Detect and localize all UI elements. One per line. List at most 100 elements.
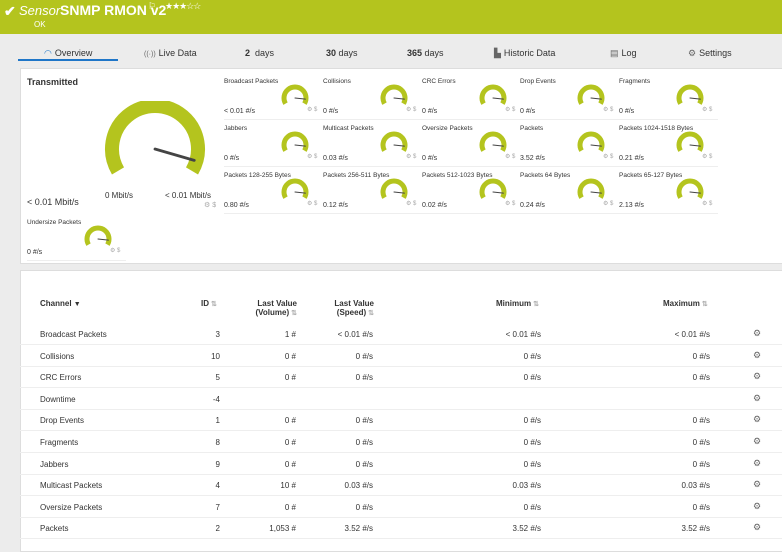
gauge-options-icon[interactable]: ⚙ $ [307,200,317,207]
table-row[interactable]: Oversize Packets 7 0 # 0 #/s 0 #/s 0 #/s ⚙ [20,496,782,518]
checkmark-icon: ✔ [4,3,16,19]
gauge-options-icon[interactable]: ⚙ $ [505,200,515,207]
header-last-value-volume[interactable]: Last Value (Volume) ⇅ [235,299,297,317]
header-maximum[interactable]: Maximum ⇅ [663,299,708,308]
tab-live-data[interactable]: ((·)) Live Data [144,48,197,58]
gauge-tile[interactable]: Packets 3.52 #/s ⚙ $ [520,119,619,167]
channel-settings-icon[interactable]: ⚙ [753,414,761,425]
tab-settings[interactable]: ⚙ Settings [688,48,732,59]
cell-channel: Jabbers [40,459,69,469]
priority-stars[interactable]: ★★★☆☆ [165,1,201,12]
header-last-value-speed[interactable]: Last Value (Speed) ⇅ [316,299,374,317]
gauge-options-icon[interactable]: ⚙ $ [505,106,515,113]
cell-id: 9 [215,459,220,469]
gauge-options-icon[interactable]: ⚙ $ [505,153,515,160]
gauge-options-icon[interactable]: ⚙ $ [406,153,416,160]
cell-channel: Downtime [40,394,76,404]
gauge-value: 0.03 #/s [323,155,348,162]
gauge-options-icon[interactable]: ⚙ $ [307,153,317,160]
cell-maximum: 0.03 #/s [681,481,710,491]
cell-last-speed: 0.03 #/s [344,481,373,491]
tab-historic-data[interactable]: ▙ Historic Data [494,48,555,59]
cell-minimum: 0 #/s [523,416,541,426]
gauge-value: 0 #/s [520,108,536,115]
gauge-tile[interactable]: Oversize Packets 0 #/s ⚙ $ [422,119,521,167]
channel-settings-icon[interactable]: ⚙ [753,522,761,533]
gauge-options-icon[interactable]: ⚙ $ [406,106,416,113]
status-text: OK [34,20,46,29]
table-row[interactable]: Multicast Packets 4 10 # 0.03 #/s 0.03 #/s 0.… [20,474,782,497]
table-row[interactable]: Collisions 10 0 # 0 #/s 0 #/s 0 #/s ⚙ [20,345,782,367]
gauge-value: 0.21 #/s [619,155,644,162]
cell-channel: Broadcast Packets [40,330,107,339]
gauge-options-icon[interactable]: ⚙ $ [307,106,317,113]
table-row[interactable]: Packets 2 1,053 # 3.52 #/s 3.52 #/s 3.52 #/s ⚙ [20,517,782,540]
tab-30-days[interactable]: 30 days [326,48,358,58]
header-channel[interactable]: Channel ▼ [40,299,81,308]
cell-last-speed: 0 #/s [355,373,373,383]
channel-settings-icon[interactable]: ⚙ [753,479,761,490]
table-row[interactable]: Downtime -4 ⚙ [20,388,782,410]
gauge-tile[interactable]: Packets 64 Bytes 0.24 #/s ⚙ $ [520,166,619,214]
gauge-options-icon[interactable]: ⚙ $ [603,106,613,113]
tab-2-days[interactable]: 2 days [245,48,274,58]
gauge-value: 2.13 #/s [619,202,644,209]
gauge-tile[interactable]: Packets 65-127 Bytes 2.13 #/s ⚙ $ [619,166,718,214]
channel-settings-icon[interactable]: ⚙ [753,436,761,447]
header-id[interactable]: ID ⇅ [201,299,217,308]
tab-log[interactable]: ▤ Log [610,48,637,59]
gauge-options-icon[interactable]: ⚙ $ [603,200,613,207]
gauge-tile[interactable]: Drop Events 0 #/s ⚙ $ [520,72,619,120]
gauge-options-icon[interactable]: ⚙ $ [110,247,120,254]
gauge-value: 0.24 #/s [520,202,545,209]
gauge-options-icon[interactable]: ⚙ $ [702,153,712,160]
gauge-tile[interactable]: Collisions 0 #/s ⚙ $ [323,72,422,120]
channel-settings-icon[interactable]: ⚙ [753,458,761,469]
gauge-options-icon[interactable]: ⚙ $ [603,153,613,160]
cell-minimum: 0 #/s [523,351,541,361]
cell-maximum: 0 #/s [692,459,710,469]
tab-365-days[interactable]: 365 days [407,48,444,58]
cell-id: 10 [211,351,220,361]
cell-last-speed: 3.52 #/s [344,524,373,534]
transmitted-gauge[interactable] [99,101,211,189]
gauge-tile[interactable]: Packets 256-511 Bytes 0.12 #/s ⚙ $ [323,166,422,214]
channel-settings-icon[interactable]: ⚙ [753,328,761,339]
channel-settings-icon[interactable]: ⚙ [753,371,761,382]
channel-settings-icon[interactable]: ⚙ [753,350,761,361]
cell-last-volume: 0 # [284,416,296,426]
table-row[interactable]: Drop Events 1 0 # 0 #/s 0 #/s 0 #/s ⚙ [20,409,782,432]
header-minimum[interactable]: Minimum ⇅ [496,299,539,308]
gauge-tile[interactable]: Packets 512-1023 Bytes 0.02 #/s ⚙ $ [422,166,521,214]
cell-last-volume: 1,053 # [269,524,296,534]
sort-icon: ⇅ [701,301,708,308]
table-row[interactable]: CRC Errors 5 0 # 0 #/s 0 #/s 0 #/s ⚙ [20,366,782,389]
cell-minimum: 0 #/s [523,438,541,447]
gauge-options-icon[interactable]: ⚙ $ [702,106,712,113]
tab-overview[interactable]: ◠ Overview [44,48,92,59]
gauge-label: Oversize Packets [422,125,473,132]
gauge-tile[interactable]: Fragments 0 #/s ⚙ $ [619,72,718,120]
table-row[interactable]: Fragments 8 0 # 0 #/s 0 #/s 0 #/s ⚙ [20,431,782,453]
gauge-tile[interactable]: Undersize Packets 0 #/s ⚙ $ [27,213,126,261]
transmitted-value: < 0.01 Mbit/s [27,197,79,207]
gauge-value: 0.80 #/s [224,202,249,209]
channel-settings-icon[interactable]: ⚙ [753,501,761,512]
gauge-label: Jabbers [224,125,248,132]
gauge-tile[interactable]: CRC Errors 0 #/s ⚙ $ [422,72,521,120]
table-row[interactable]: Jabbers 9 0 # 0 #/s 0 #/s 0 #/s ⚙ [20,453,782,475]
table-row[interactable]: Broadcast Packets 3 1 # < 0.01 #/s < 0.01 #/… [20,323,782,345]
gauge-tile[interactable]: Packets 128-255 Bytes 0.80 #/s ⚙ $ [224,166,323,214]
gauge-options-icon[interactable]: ⚙ $ [204,201,216,209]
gauge-tile[interactable]: Jabbers 0 #/s ⚙ $ [224,119,323,167]
flag-icon[interactable]: ⚐ [148,1,156,12]
cell-last-volume: 0 # [284,438,296,447]
gauge-options-icon[interactable]: ⚙ $ [406,200,416,207]
gauge-options-icon[interactable]: ⚙ $ [702,200,712,207]
channel-settings-icon[interactable]: ⚙ [753,393,761,404]
gauge-value: 0 #/s [27,249,43,256]
cell-last-volume: 0 # [284,351,296,361]
gauge-tile[interactable]: Packets 1024-1518 Bytes 0.21 #/s ⚙ $ [619,119,718,167]
gauge-tile[interactable]: Broadcast Packets < 0.01 #/s ⚙ $ [224,72,323,120]
gauge-tile[interactable]: Multicast Packets 0.03 #/s ⚙ $ [323,119,422,167]
